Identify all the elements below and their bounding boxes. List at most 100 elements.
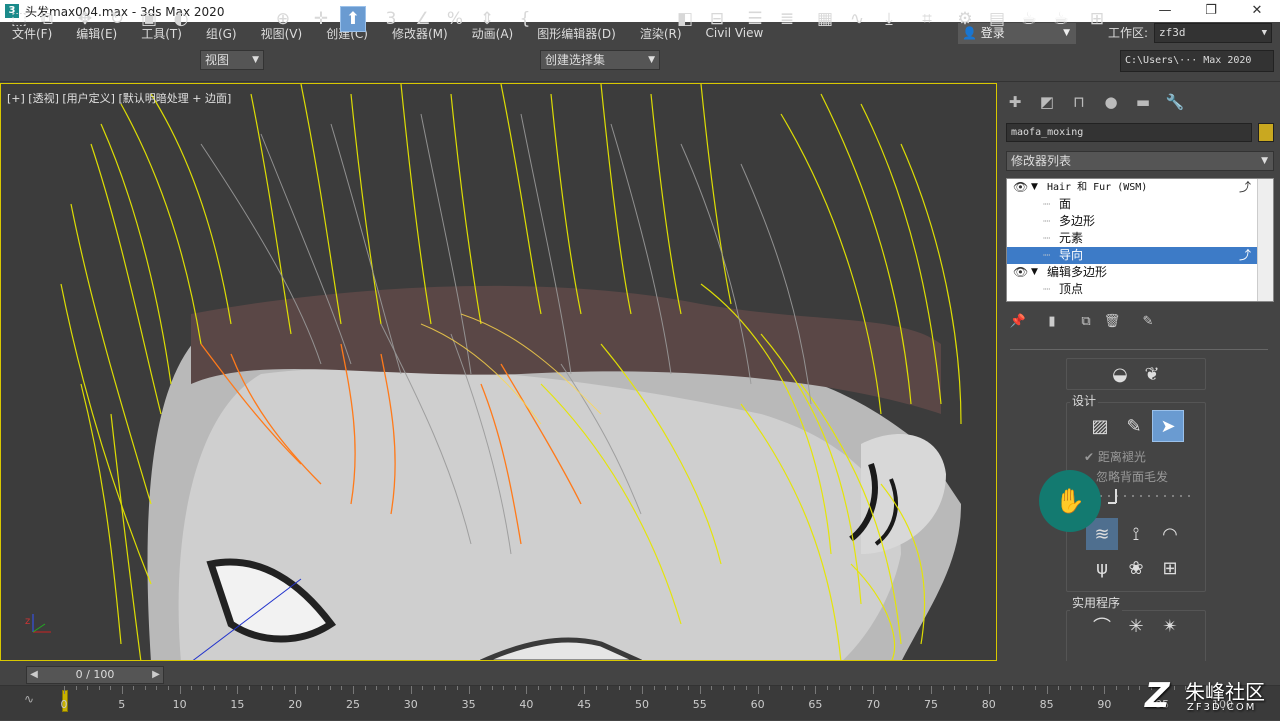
- close-button[interactable]: ✕: [1234, 0, 1280, 22]
- rotate-hair-icon[interactable]: ❀: [1120, 552, 1152, 584]
- render-frame-icon[interactable]: ▤: [984, 6, 1010, 32]
- style-hair-icon[interactable]: ◒: [1104, 358, 1136, 390]
- stack-item-face[interactable]: ┈ 面: [1007, 196, 1257, 213]
- rotate-icon[interactable]: ↻: [104, 6, 130, 32]
- stack-scrollbar[interactable]: [1257, 179, 1273, 301]
- make-unique-icon[interactable]: ⧉: [1076, 311, 1096, 331]
- stack-item-element[interactable]: ┈ 元素: [1007, 230, 1257, 247]
- utility-title: 实用程序: [1070, 594, 1123, 611]
- frame-tick: [711, 686, 713, 690]
- create-tab-icon[interactable]: ✚: [1004, 91, 1026, 113]
- material-icon[interactable]: ◐: [168, 6, 194, 32]
- frame-tick-label: 5: [118, 698, 126, 711]
- stack-item-edit-poly[interactable]: 👁 ▼ 编辑多边形: [1007, 264, 1257, 281]
- project-folder-icon[interactable]: ⊞: [1084, 6, 1110, 32]
- project-path[interactable]: C:\Users\··· Max 2020: [1120, 50, 1274, 72]
- frame-tick: [364, 686, 366, 690]
- frame-tick: [746, 686, 748, 690]
- chevron-right-icon[interactable]: ▶: [149, 667, 163, 683]
- stack-item-guides[interactable]: ┈ 导向 ⤴: [1007, 247, 1257, 264]
- modifier-stack[interactable]: 👁 ▼ Hair 和 Fur (WSM) ⤴ ┈ 面 ┈ 多边形 ┈ 元素 ┈ 导向 ⤴ …: [1006, 178, 1274, 302]
- utilities-tab-icon[interactable]: 🔧: [1164, 91, 1186, 113]
- select-move-icon[interactable]: ✛: [308, 6, 334, 32]
- window-crossing-icon[interactable]: ⧉: [34, 6, 60, 32]
- align-icon[interactable]: ⊟: [704, 6, 730, 32]
- hair-brush-icon[interactable]: ▨: [1084, 410, 1116, 442]
- eye-icon[interactable]: 👁: [1013, 264, 1028, 281]
- configure-modifier-sets-icon[interactable]: ✎: [1138, 311, 1158, 331]
- scale-hair-icon[interactable]: ⊞: [1154, 552, 1186, 584]
- attenuate-icon[interactable]: ⌒: [1086, 610, 1118, 642]
- stack-item-polygon[interactable]: ┈ 多边形: [1007, 213, 1257, 230]
- move-pan-icon[interactable]: ✥: [72, 6, 98, 32]
- edit-named-selection-icon[interactable]: {: [512, 6, 538, 32]
- curve-editor-icon[interactable]: ∿: [844, 6, 870, 32]
- select-guides-icon[interactable]: ➤: [1152, 410, 1184, 442]
- distance-fade-checkbox[interactable]: ✔ 距离褪光: [1084, 448, 1146, 465]
- display-tab-icon[interactable]: ▬: [1132, 91, 1154, 113]
- frame-tick-label: 0: [60, 698, 68, 711]
- menu-graph-editors[interactable]: 图形编辑器(D): [525, 25, 628, 42]
- render-production-icon[interactable]: ☕: [1016, 6, 1042, 32]
- show-end-result-icon[interactable]: ▮: [1042, 311, 1062, 331]
- minimize-button[interactable]: —: [1142, 0, 1188, 22]
- pivot-icon[interactable]: ⊕: [270, 6, 296, 32]
- view-dropdown[interactable]: 视图 ▼: [200, 50, 264, 70]
- scene-explorer-icon[interactable]: ☰: [742, 6, 768, 32]
- pop-selected-icon[interactable]: ✳: [1120, 610, 1152, 642]
- subobject-icon: ⤴: [1239, 180, 1252, 194]
- pop-zero-icon[interactable]: ✴: [1154, 610, 1186, 642]
- frame-tick-label: 70: [866, 698, 881, 711]
- cut-brush-icon[interactable]: ✎: [1118, 410, 1150, 442]
- collapse-icon[interactable]: ▼: [1031, 179, 1038, 196]
- select-object-icon[interactable]: ⬆: [340, 6, 366, 32]
- stand-icon[interactable]: ⟟: [1120, 518, 1152, 550]
- workspace-dropdown[interactable]: zf3d ▼: [1154, 23, 1272, 43]
- object-color-swatch[interactable]: [1258, 123, 1274, 142]
- snap-toggle-icon[interactable]: 3: [378, 6, 404, 32]
- puff-roots-icon[interactable]: ◠: [1154, 518, 1186, 550]
- track-bar[interactable]: ∿ 0 5 10 15 20 25 30 35 40 45 50 55 60 65 70 75 80 85 90 95…: [0, 685, 1280, 720]
- menu-group[interactable]: 组(G): [194, 25, 249, 42]
- maximize-button[interactable]: ❐: [1188, 0, 1234, 22]
- frame-tick: [838, 686, 840, 690]
- toggle-ribbon-icon[interactable]: ▦: [812, 6, 838, 32]
- perspective-viewport[interactable]: z [+] [透视] [用户定义] [默认明暗处理 + 边面]: [0, 83, 997, 661]
- time-slider[interactable]: ◀ 0 / 100 ▶: [26, 666, 164, 684]
- spinner-snap-icon[interactable]: ⇕: [474, 6, 500, 32]
- render-setup-icon[interactable]: ⚙: [952, 6, 978, 32]
- stack-item-hair-and-fur[interactable]: 👁 ▼ Hair 和 Fur (WSM) ⤴: [1007, 179, 1257, 196]
- mirror-icon[interactable]: ◧: [672, 6, 698, 32]
- modifier-list-dropdown[interactable]: 修改器列表 ▼: [1006, 151, 1274, 171]
- angle-snap-icon[interactable]: ∠: [410, 6, 436, 32]
- frame-tick: [98, 686, 100, 690]
- frame-tick: [341, 686, 343, 690]
- modify-tab-icon[interactable]: ◩: [1036, 91, 1058, 113]
- hierarchy-tab-icon[interactable]: ⊓: [1068, 91, 1090, 113]
- clump-icon[interactable]: ψ: [1086, 552, 1118, 584]
- stack-item-vertex[interactable]: ┈ 顶点: [1007, 281, 1257, 298]
- viewport-label[interactable]: [+] [透视] [用户定义] [默认明暗处理 + 边面]: [7, 90, 231, 106]
- schematic-view-icon[interactable]: ⌗: [914, 6, 940, 32]
- select-region-icon[interactable]: ⬚: [6, 6, 32, 32]
- object-name-field[interactable]: maofa_moxing: [1006, 123, 1252, 142]
- dope-sheet-icon[interactable]: ⤓: [876, 6, 902, 32]
- pin-stack-icon[interactable]: 📌: [1008, 311, 1028, 331]
- collapse-icon[interactable]: ▼: [1031, 264, 1038, 281]
- chevron-left-icon[interactable]: ◀: [27, 667, 41, 683]
- finish-styling-icon[interactable]: ❦: [1136, 358, 1168, 390]
- ignore-back-hairs-checkbox[interactable]: 忽略背面毛发: [1096, 468, 1168, 485]
- motion-tab-icon[interactable]: ●: [1100, 91, 1122, 113]
- layer-explorer-icon[interactable]: ≣: [774, 6, 800, 32]
- eye-icon[interactable]: 👁: [1013, 179, 1028, 196]
- frame-tick: [931, 686, 932, 694]
- selection-set-dropdown[interactable]: 创建选择集 ▼: [540, 50, 660, 70]
- scale-icon[interactable]: ▣: [136, 6, 162, 32]
- remove-modifier-icon[interactable]: 🗑: [1102, 311, 1122, 331]
- percent-snap-icon[interactable]: %: [442, 6, 468, 32]
- frame-tick: [780, 686, 782, 690]
- render-iterative-icon[interactable]: ☕: [1048, 6, 1074, 32]
- frame-tick: [642, 686, 643, 694]
- frame-tick: [491, 686, 493, 690]
- frame-tick: [537, 686, 539, 690]
